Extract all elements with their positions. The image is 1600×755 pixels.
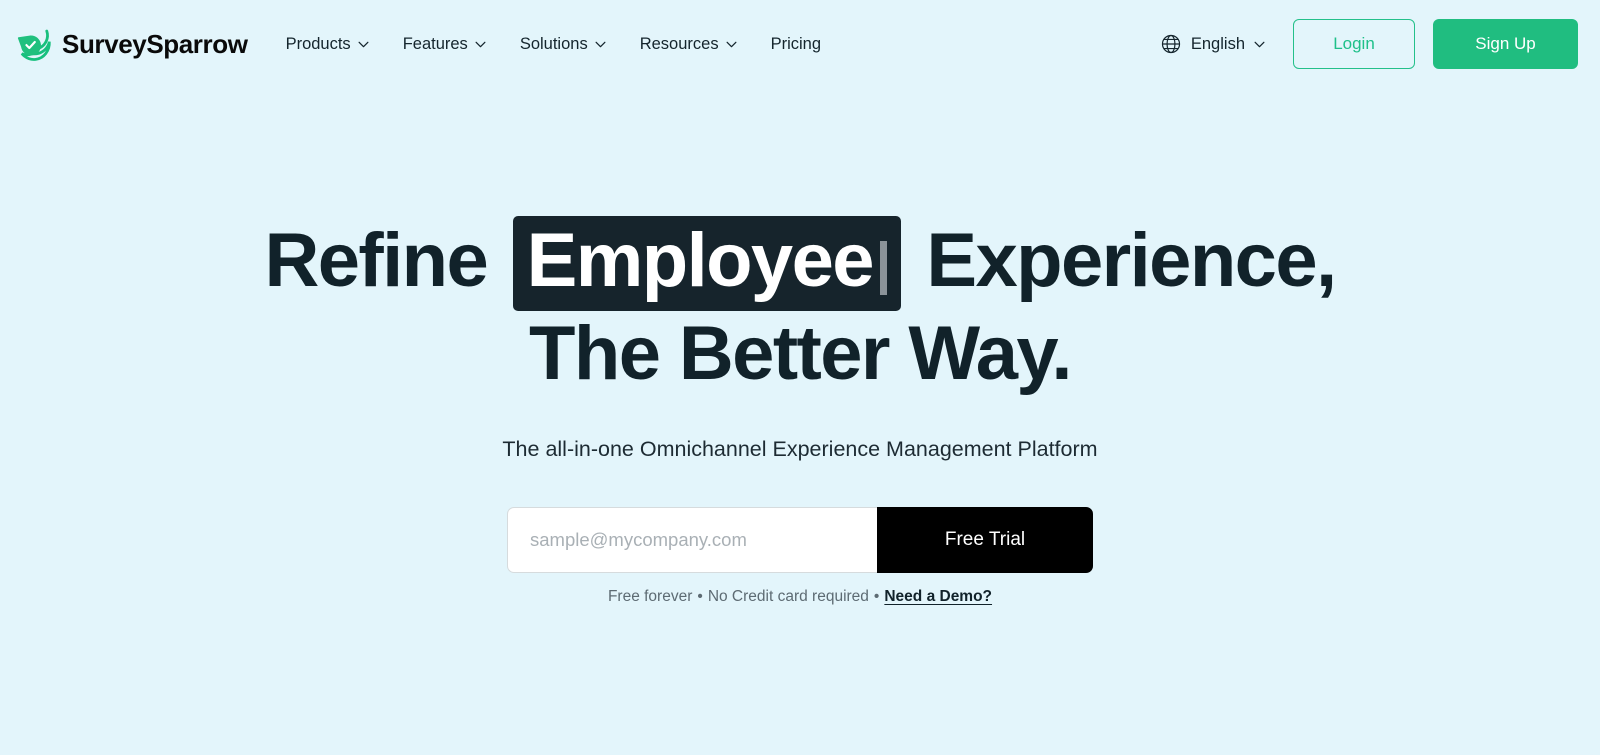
signup-button[interactable]: Sign Up (1433, 19, 1578, 69)
headline-prefix: Refine (264, 218, 488, 303)
language-selector[interactable]: English (1160, 33, 1265, 55)
fineprint-separator: • (697, 588, 703, 606)
fineprint-no-credit-card: No Credit card required (707, 588, 869, 606)
brand-name: SurveySparrow (62, 28, 248, 59)
signup-form-row: Free Trial (0, 507, 1600, 574)
headline-line-1: Refine Employee Experience, (0, 216, 1600, 311)
fineprint-separator: • (873, 588, 880, 606)
chevron-down-icon (475, 41, 486, 48)
chevron-down-icon (726, 41, 737, 48)
nav-item-label: Products (285, 34, 351, 53)
nav-item-label: Pricing (770, 34, 822, 53)
site-header: SurveySparrow Products Features Solution… (0, 0, 1600, 88)
nav-item-features[interactable]: Features (403, 35, 486, 54)
page-title: Refine Employee Experience, The Better W… (0, 216, 1600, 397)
fineprint-free-forever: Free forever (607, 588, 693, 606)
chevron-down-icon (595, 41, 606, 48)
surveysparrow-bird-check-logo-icon (16, 26, 52, 62)
headline-line-2: The Better Way. (529, 310, 1072, 396)
nav-item-products[interactable]: Products (286, 35, 369, 54)
email-input[interactable] (507, 507, 877, 574)
nav-item-solutions[interactable]: Solutions (520, 35, 606, 54)
headline-highlight-chip: Employee (512, 216, 901, 311)
hero-subheadline: The all-in-one Omnichannel Experience Ma… (502, 437, 1098, 462)
main-navigation: Products Features Solutions Resources Pr (286, 35, 821, 54)
chevron-down-icon (358, 41, 369, 48)
free-trial-button[interactable]: Free Trial (877, 507, 1093, 574)
globe-icon (1160, 33, 1182, 55)
header-actions: English Login Sign Up (1160, 19, 1578, 69)
brand-logo-link[interactable]: SurveySparrow (16, 26, 248, 62)
login-button[interactable]: Login (1293, 19, 1415, 69)
headline-highlight-word: Employee (526, 218, 875, 303)
headline-suffix: Experience, (926, 218, 1337, 303)
nav-item-label: Features (402, 34, 468, 53)
free-trial-form: Free Trial (507, 507, 1093, 574)
nav-item-label: Resources (639, 34, 719, 53)
chevron-down-icon (1254, 41, 1265, 48)
nav-item-resources[interactable]: Resources (640, 35, 737, 54)
nav-item-label: Solutions (519, 34, 588, 53)
need-a-demo-link[interactable]: Need a Demo? (884, 588, 992, 605)
hero-fineprint: Free forever • No Credit card required • Nee… (0, 588, 1600, 606)
hero-section: Refine Employee Experience, The Better W… (0, 88, 1600, 606)
text-caret-icon (879, 241, 887, 295)
nav-item-pricing[interactable]: Pricing (771, 35, 821, 54)
language-label: English (1190, 34, 1245, 53)
